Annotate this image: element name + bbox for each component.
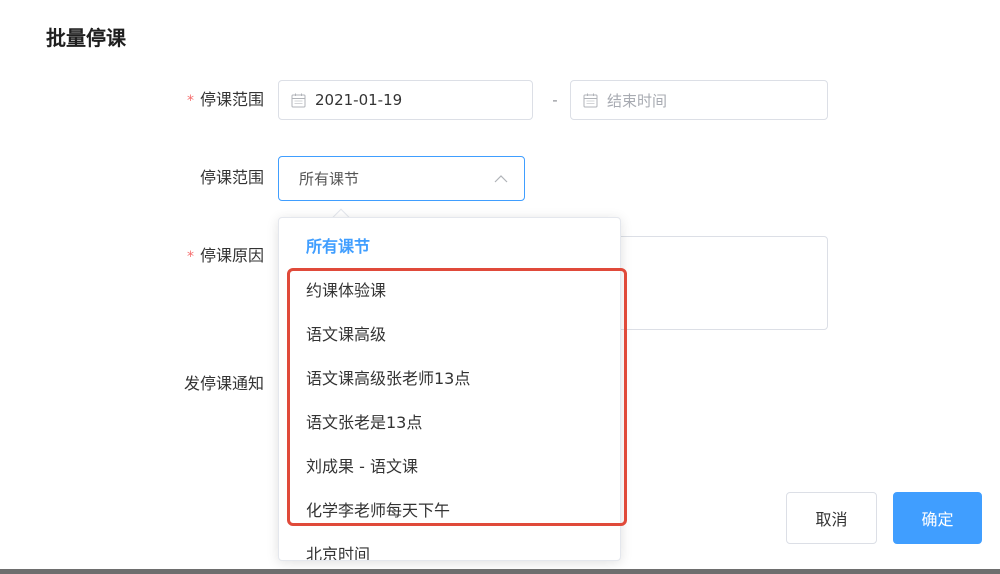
- scope-select-value: 所有课节: [299, 170, 360, 188]
- cancel-button[interactable]: 取消: [786, 492, 877, 544]
- dropdown-option[interactable]: 所有课节: [279, 225, 620, 269]
- required-mark: *: [186, 249, 194, 265]
- dropdown-option[interactable]: 北京时间: [279, 533, 620, 560]
- confirm-button[interactable]: 确定: [893, 492, 982, 544]
- start-date-value: 2021-01-19: [315, 91, 403, 109]
- end-date-placeholder: 结束时间: [607, 91, 668, 110]
- chevron-up-icon: [494, 175, 508, 183]
- calendar-icon: [291, 93, 306, 107]
- start-date-input[interactable]: 2021-01-19: [278, 80, 533, 120]
- window-bottom-edge: [0, 569, 1000, 574]
- date-range-label: * 停课范围: [64, 80, 264, 121]
- date-range-label-text: 停课范围: [199, 90, 264, 109]
- reason-label: * 停课原因: [64, 236, 264, 277]
- dialog-title: 批量停课: [46, 26, 126, 50]
- required-mark: *: [186, 93, 194, 109]
- date-range-separator: -: [552, 91, 558, 109]
- annotation-highlight-box: [287, 268, 627, 526]
- scope-select[interactable]: 所有课节: [278, 156, 525, 201]
- end-date-input[interactable]: 结束时间: [570, 80, 828, 120]
- reason-label-text: 停课原因: [199, 246, 264, 265]
- calendar-icon: [583, 93, 598, 107]
- notify-label: 发停课通知: [183, 374, 264, 393]
- scope-label: 停课范围: [199, 168, 264, 187]
